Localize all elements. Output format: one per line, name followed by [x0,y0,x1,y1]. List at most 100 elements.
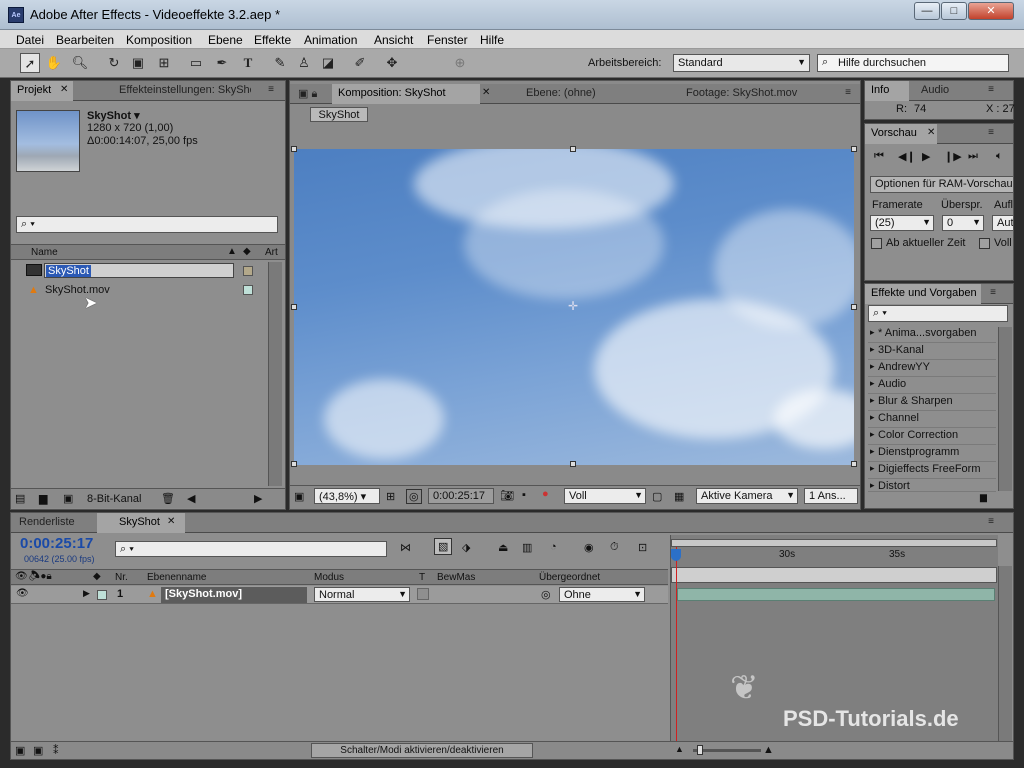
maximize-button[interactable]: □ [941,2,967,20]
tab-layer[interactable]: Ebene: (ohne) [492,84,632,104]
last-frame-icon[interactable]: ⏭ [968,150,978,163]
timeline-timecode[interactable]: 0:00:25:17 [20,535,93,552]
menu-hilfe[interactable]: Hilfe [480,33,504,47]
transform-handle[interactable] [291,461,297,467]
next-frame-icon[interactable]: ❙▶ [944,150,962,163]
layer-name[interactable]: [SkyShot.mov] [161,587,307,603]
rectangle-tool-icon[interactable]: ▭ [186,53,206,73]
magnification-select[interactable]: (43,8%) ▾ [314,488,380,504]
axis-mode-icon[interactable]: ⊕ [450,53,470,73]
time-navigator[interactable] [671,567,997,583]
auto-keyframe-icon[interactable]: ⏱ [610,541,619,554]
scroll-left-icon[interactable]: ◀ [187,492,195,505]
zoom-slider-handle[interactable] [697,745,703,755]
tab-footage[interactable]: Footage: SkyShot.mov [638,84,824,104]
effect-category[interactable]: Audio [868,378,996,394]
panel-menu-icon[interactable]: ≡ [983,516,999,528]
framerate-select[interactable]: (25) ▼ [870,215,934,231]
zoom-tool-icon[interactable]: 🔍︎ [70,53,90,73]
tab-effects-presets[interactable]: Effekte und Vorgaben [865,284,981,304]
transform-handle[interactable] [570,146,576,152]
trash-icon[interactable]: 🗑︎ [161,492,175,505]
composition-canvas[interactable]: ✛ [294,149,854,465]
roto-brush-tool-icon[interactable]: ✐ [350,53,370,73]
parent-select[interactable]: Ohne ▼ [559,587,645,602]
ram-preview-options[interactable]: Optionen für RAM-Vorschau [870,176,1014,193]
label-tag-icon[interactable]: ◆ [243,246,251,257]
eraser-tool-icon[interactable]: ◪ [318,53,338,73]
column-mode[interactable]: Modus [314,572,344,583]
label-color-swatch[interactable] [243,285,253,295]
menu-ansicht[interactable]: Ansicht [374,33,413,47]
menu-animation[interactable]: Animation [304,33,357,47]
from-current-checkbox[interactable] [871,238,882,249]
effect-category[interactable]: Digieffects FreeForm [868,463,996,479]
effect-category[interactable]: 3D-Kanal [868,344,996,360]
tab-info[interactable]: Info [865,81,909,101]
panel-menu-icon[interactable]: ≡ [985,287,1001,299]
text-tool-icon[interactable]: T [238,53,258,73]
project-item-skyshot[interactable]: SkyShot [44,263,234,278]
effects-scrollbar[interactable] [998,327,1012,491]
column-layer-name[interactable]: Ebenenname [147,572,207,583]
panel-menu-icon[interactable]: ≡ [983,127,999,139]
close-icon[interactable]: ✕ [167,516,175,527]
panel-menu-icon[interactable]: ≡ [983,84,999,96]
workspace-select[interactable]: Standard ▼ [673,54,810,72]
transform-handle[interactable] [851,146,857,152]
zoom-slider[interactable] [693,749,761,752]
new-folder-icon[interactable]: ▆ [980,492,987,503]
brainstorm-icon[interactable]: ◉ [584,541,594,554]
tab-effect-controls[interactable]: Effekteinstellungen: SkyShot [81,81,251,101]
close-icon[interactable]: ✕ [482,87,490,98]
project-item-skyshot-mov[interactable]: SkyShot.mov [45,284,110,296]
timeline-scrollbar[interactable] [998,566,1012,742]
live-update-icon[interactable]: ▧ [434,538,453,555]
zoom-in-icon[interactable]: ▲ [763,744,774,756]
label-color-swatch[interactable] [97,590,107,600]
scroll-right-icon[interactable]: ▶ [254,492,262,505]
pan-behind-tool-icon[interactable]: ⊞ [154,53,174,73]
puppet-tool-icon[interactable]: ✥ [382,53,402,73]
brush-tool-icon[interactable]: ✎ [270,53,290,73]
transform-handle[interactable] [291,146,297,152]
bit-depth-label[interactable]: 8-Bit-Kanal [87,493,141,505]
toggle-switches-modes-button[interactable]: Schalter/Modi aktivieren/deaktivieren [311,743,533,758]
column-name[interactable]: Name [31,247,58,258]
minimize-button[interactable]: — [914,2,940,20]
mini-flowchart-icon[interactable]: ⋈ [400,541,411,554]
transform-handle[interactable] [851,461,857,467]
camera-view-select[interactable]: Aktive Kamera ▼ [696,488,798,504]
effect-category[interactable]: AndrewYY [868,361,996,377]
channels-icon[interactable]: ● [542,488,549,500]
hand-tool-icon[interactable]: ✋ [44,53,64,73]
close-button[interactable]: ✕ [968,2,1014,20]
play-icon[interactable]: ▶ [922,150,930,163]
menu-komposition[interactable]: Komposition [126,33,192,47]
motion-blur-icon[interactable]: ◔ [550,541,557,553]
tab-render-queue[interactable]: Renderliste [11,513,91,533]
camera-tool-icon[interactable]: ▣ [128,53,148,73]
clone-stamp-tool-icon[interactable]: ♙ [294,53,314,73]
rename-field[interactable]: SkyShot [46,265,91,277]
tab-composition[interactable]: Komposition: SkyShot [332,84,480,104]
interpret-footage-icon[interactable]: ▤ [15,492,25,505]
full-screen-checkbox[interactable] [979,238,990,249]
column-type[interactable]: Art [265,247,278,258]
frame-blending-icon[interactable]: ▥ [522,541,532,554]
effect-category[interactable]: Distort [868,480,996,492]
menu-datei[interactable]: Datei [16,33,44,47]
lock-icon[interactable]: ▣ 🔒︎ [292,84,332,104]
pen-tool-icon[interactable]: ✒ [212,53,232,73]
help-search-input[interactable]: Hilfe durchsuchen ⌕ [817,54,1009,72]
expand-modes-icon[interactable]: ▣ [33,744,43,757]
menu-fenster[interactable]: Fenster [427,33,468,47]
column-track-matte[interactable]: BewMas [437,572,475,583]
effect-category[interactable]: Color Correction [868,429,996,445]
safe-zones-icon[interactable]: ⊞ [386,490,395,503]
resolution-select[interactable]: Aut [992,215,1014,231]
effect-category[interactable]: Blur & Sharpen [868,395,996,411]
effects-search-input[interactable]: ⌕ ▾ [868,305,1008,322]
audio-icon[interactable]: 🔈︎ [996,150,1003,163]
layer-row[interactable]: 👁︎ ▶ 1 ▲ [SkyShot.mov] Normal ▼ ◎ Ohne ▼ [11,586,668,604]
